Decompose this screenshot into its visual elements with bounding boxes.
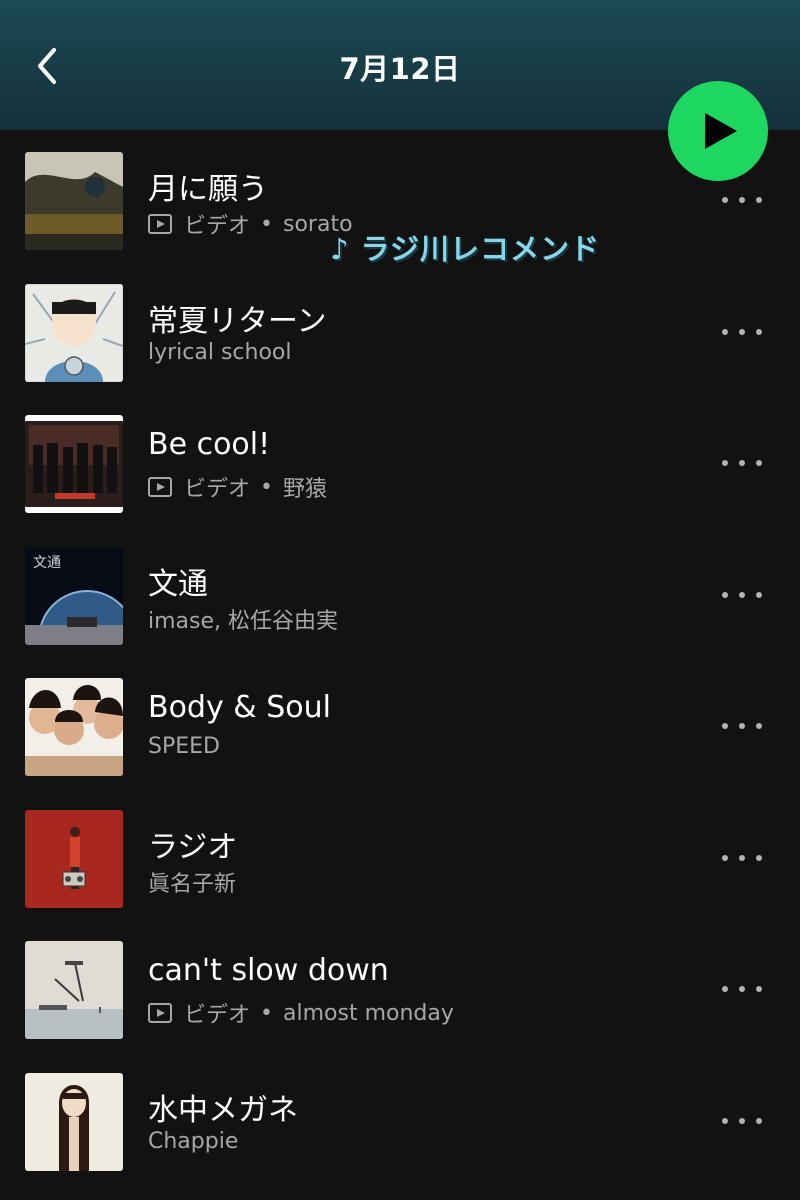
album-art — [25, 283, 123, 382]
track-list: 月に願う ビデオ • sorato 常夏リターン lyrical school … — [0, 130, 800, 1182]
track-title: 常夏リターン — [148, 303, 327, 339]
track-artist: SPEED — [148, 734, 220, 759]
video-icon — [148, 477, 172, 497]
track-artist: lyrical school — [148, 339, 292, 365]
more-options-button[interactable] — [722, 453, 762, 473]
track-row[interactable]: Body & Soul SPEED — [0, 656, 800, 788]
overlay-caption: ♪ ラジ川レコメンド — [330, 232, 601, 266]
track-title: ラジオ — [148, 829, 238, 865]
track-title: can't slow down — [148, 953, 389, 988]
video-label: ビデオ — [184, 477, 251, 502]
track-artist: imase, 松任谷由実 — [148, 608, 339, 634]
play-button[interactable] — [668, 81, 768, 181]
track-subtitle: ビデオ • 野猿 — [148, 471, 327, 503]
svg-text:文通: 文通 — [33, 555, 61, 571]
album-art — [25, 678, 123, 776]
more-options-button[interactable] — [722, 190, 762, 210]
video-icon — [148, 214, 172, 234]
page-title: 7月12日 — [339, 52, 461, 86]
track-artist: 眞名子新 — [148, 871, 237, 897]
separator: • — [260, 211, 273, 237]
track-row[interactable]: ラジオ 眞名子新 — [0, 788, 800, 920]
more-options-button[interactable] — [722, 979, 762, 999]
separator: • — [260, 1000, 273, 1026]
track-title: Body & Soul — [148, 690, 331, 725]
album-art — [25, 415, 123, 513]
track-row[interactable]: can't slow down ビデオ • almost monday — [0, 919, 800, 1051]
video-icon — [148, 1003, 172, 1023]
track-row[interactable]: 常夏リターン lyrical school — [0, 262, 800, 394]
album-art — [25, 941, 123, 1039]
album-art — [25, 809, 123, 908]
track-subtitle: lyrical school — [148, 340, 292, 365]
track-subtitle: 眞名子新 — [148, 866, 236, 898]
play-icon — [705, 113, 737, 149]
video-label: ビデオ — [184, 214, 251, 239]
track-title: 文通 — [148, 566, 208, 602]
album-art — [25, 1072, 123, 1171]
video-label: ビデオ — [184, 1003, 251, 1028]
track-subtitle: imase, 松任谷由実 — [148, 603, 338, 635]
track-row[interactable]: Be cool! ビデオ • 野猿 — [0, 393, 800, 525]
track-title: 水中メガネ — [148, 1092, 298, 1128]
track-title: Be cool! — [148, 427, 271, 462]
more-options-button[interactable] — [722, 322, 762, 342]
track-subtitle: ビデオ • sorato — [148, 208, 353, 240]
track-subtitle: Chappie — [148, 1129, 238, 1154]
track-subtitle: SPEED — [148, 734, 220, 759]
track-subtitle: ビデオ • almost monday — [148, 997, 454, 1029]
album-art: 文通 — [25, 546, 123, 645]
more-options-button[interactable] — [722, 585, 762, 605]
track-row[interactable]: 水中メガネ Chappie — [0, 1051, 800, 1183]
album-art — [25, 152, 123, 250]
separator: • — [260, 474, 273, 500]
more-options-button[interactable] — [722, 848, 762, 868]
track-title: 月に願う — [148, 172, 268, 207]
track-row[interactable]: 文通 文通 imase, 松任谷由実 — [0, 525, 800, 657]
track-artist: Chappie — [148, 1128, 239, 1154]
track-artist: almost monday — [283, 1000, 454, 1026]
more-options-button[interactable] — [722, 716, 762, 736]
more-options-button[interactable] — [722, 1111, 762, 1131]
track-artist: 野猿 — [283, 477, 328, 502]
